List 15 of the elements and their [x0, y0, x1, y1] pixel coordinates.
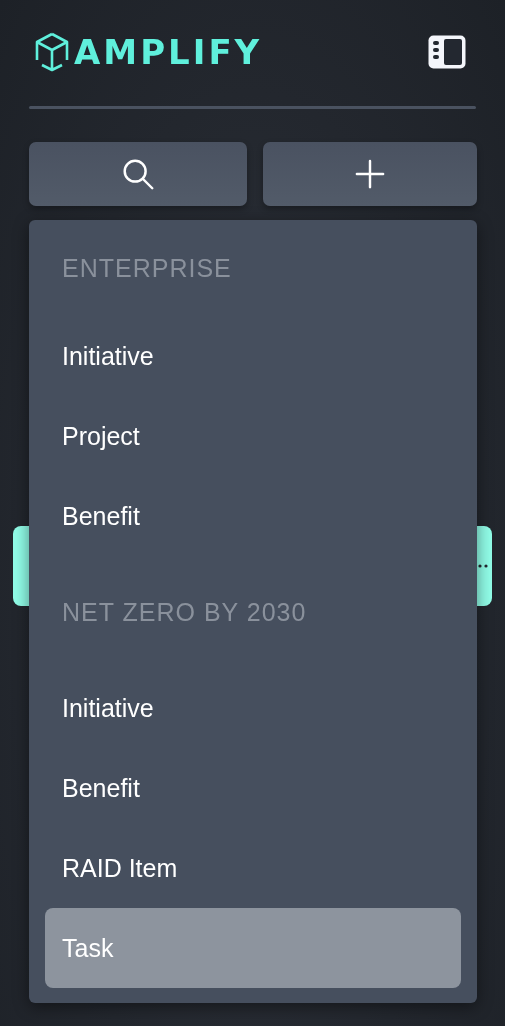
menu-item[interactable]: Project	[45, 396, 461, 476]
add-button[interactable]	[263, 142, 477, 206]
plus-icon	[355, 159, 385, 189]
cube-icon	[34, 32, 70, 72]
more-icon	[478, 564, 488, 568]
menu-item[interactable]: Initiative	[45, 668, 461, 748]
menu-item[interactable]: RAID Item	[45, 828, 461, 908]
search-button[interactable]	[29, 142, 247, 206]
menu-item[interactable]: Benefit	[45, 476, 461, 556]
menu-item[interactable]: Benefit	[45, 748, 461, 828]
sidebar-toggle-icon[interactable]	[427, 34, 467, 70]
section-heading: NET ZERO BY 2030	[61, 596, 308, 628]
section-heading: ENTERPRISE	[61, 252, 233, 284]
brand-name: AMPLIFY	[74, 32, 263, 72]
menu-item[interactable]: Initiative	[45, 316, 461, 396]
